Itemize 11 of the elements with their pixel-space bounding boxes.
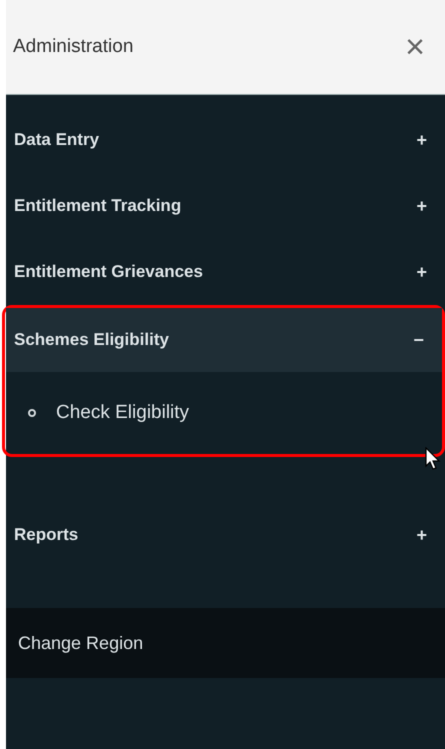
change-region-link[interactable]: Change Region <box>18 630 144 656</box>
close-button[interactable]: × <box>405 30 425 64</box>
menu-item[interactable]: Reports + <box>6 502 445 568</box>
menu-item[interactable]: Data Entry + <box>6 107 445 173</box>
submenu-link[interactable]: Check Eligibility <box>56 398 190 428</box>
menu-item[interactable]: Entitlement Grievances + <box>6 239 445 305</box>
sidebar-title: Administration <box>13 34 134 59</box>
menu-item[interactable]: Schemes Eligibility − <box>6 308 442 372</box>
cursor-icon <box>425 447 441 471</box>
bullet-icon <box>28 409 36 417</box>
menu-item[interactable]: Entitlement Tracking + <box>6 173 445 239</box>
